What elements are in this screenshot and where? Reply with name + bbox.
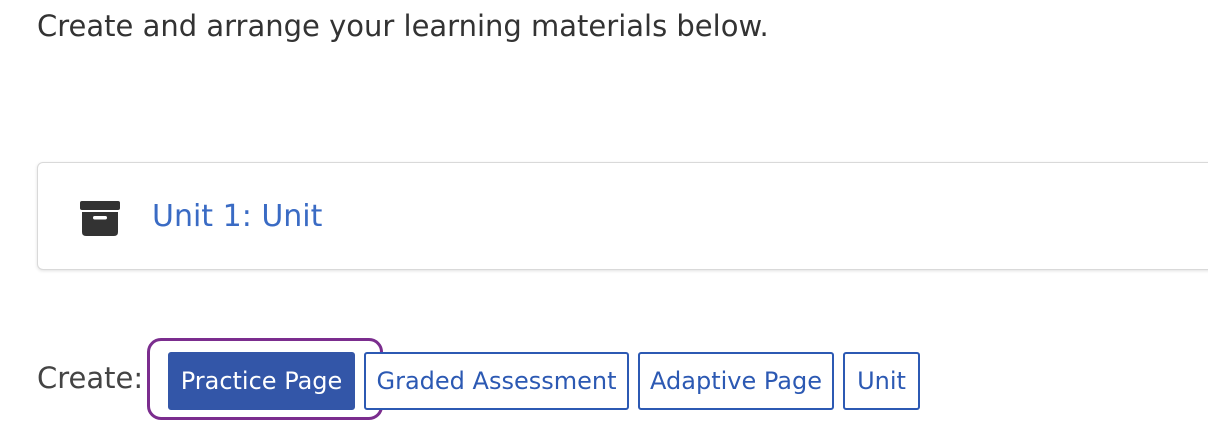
unit-card: Unit 1: Unit — [37, 162, 1208, 270]
archive-box-icon — [80, 201, 120, 236]
page-intro-text: Create and arrange your learning materia… — [37, 9, 769, 43]
unit-title-link[interactable]: Unit 1: Unit — [152, 196, 322, 238]
create-label: Create: — [37, 361, 144, 395]
create-practice-page-button[interactable]: Practice Page — [168, 352, 355, 410]
create-unit-button[interactable]: Unit — [843, 352, 920, 410]
create-graded-assessment-button[interactable]: Graded Assessment — [364, 352, 629, 410]
create-adaptive-page-button[interactable]: Adaptive Page — [638, 352, 834, 410]
